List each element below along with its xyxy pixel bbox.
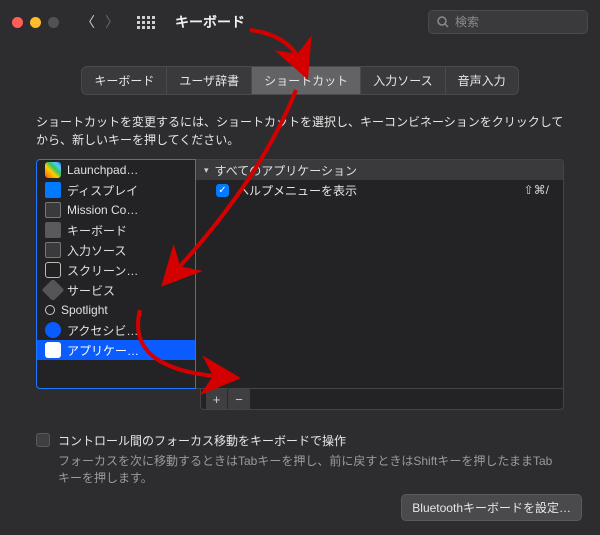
services-icon: [42, 280, 65, 300]
shortcut-detail[interactable]: ▾ すべてのアプリケーション ✓ ヘルプメニューを表示 ⇧⌘/: [196, 159, 564, 389]
category-label: Launchpad…: [67, 163, 138, 177]
group-all-applications[interactable]: ▾ すべてのアプリケーション: [196, 160, 563, 180]
pref-checkbox[interactable]: [36, 433, 50, 447]
window-controls: [12, 17, 59, 28]
tab-input-sources[interactable]: 入力ソース: [361, 67, 445, 94]
tab-text[interactable]: ユーザ辞書: [167, 67, 252, 94]
accessibility-icon: [45, 322, 61, 338]
category-label: ディスプレイ: [67, 182, 138, 199]
display-icon: [45, 182, 61, 198]
launchpad-icon: [45, 162, 61, 178]
show-all-icon[interactable]: [137, 16, 155, 29]
spotlight-icon: [45, 305, 55, 315]
category-label: 入力ソース: [67, 242, 126, 259]
app-shortcuts-icon: [45, 342, 61, 358]
tab-shortcuts[interactable]: ショートカット: [252, 67, 361, 94]
screenshot-icon: [45, 262, 61, 278]
minimize-dot[interactable]: [30, 17, 41, 28]
bluetooth-keyboard-button[interactable]: Bluetoothキーボードを設定…: [401, 494, 582, 521]
category-mission-control[interactable]: Mission Co…: [37, 200, 195, 220]
add-remove-bar: + −: [200, 389, 564, 410]
focus-navigation-pref: コントロール間のフォーカス移動をキーボードで操作 フォーカスを次に移動するときは…: [36, 432, 564, 487]
category-list[interactable]: Launchpad… ディスプレイ Mission Co… キーボード 入力ソー…: [36, 159, 196, 389]
input-source-icon: [45, 242, 61, 258]
titlebar: 〈 〉 キーボード: [0, 0, 600, 44]
mission-control-icon: [45, 202, 61, 218]
category-label: アクセシビ…: [67, 322, 138, 339]
tab-dictation[interactable]: 音声入力: [446, 67, 518, 94]
forward-button[interactable]: 〉: [105, 12, 119, 32]
tab-bar: キーボード ユーザ辞書 ショートカット 入力ソース 音声入力: [0, 66, 600, 95]
nav-back-forward: 〈 〉: [81, 12, 119, 32]
pref-label: コントロール間のフォーカス移動をキーボードで操作: [58, 432, 564, 449]
category-screenshots[interactable]: スクリーン…: [37, 260, 195, 280]
category-services[interactable]: サービス: [37, 280, 195, 300]
keyboard-icon: [45, 222, 61, 238]
remove-button[interactable]: −: [228, 389, 250, 409]
page-title: キーボード: [175, 12, 245, 32]
category-accessibility[interactable]: アクセシビ…: [37, 320, 195, 340]
entry-label: ヘルプメニューを表示: [237, 182, 516, 199]
add-button[interactable]: +: [206, 389, 228, 409]
category-label: Mission Co…: [67, 203, 138, 217]
search-icon: [437, 16, 449, 28]
instructions: ショートカットを変更するには、ショートカットを選択し、キーコンビネーションをクリ…: [0, 95, 600, 159]
shortcut-panels: Launchpad… ディスプレイ Mission Co… キーボード 入力ソー…: [36, 159, 564, 389]
search-input[interactable]: [455, 15, 575, 29]
category-label: アプリケー…: [67, 342, 139, 359]
category-spotlight[interactable]: Spotlight: [37, 300, 195, 320]
category-display[interactable]: ディスプレイ: [37, 180, 195, 200]
close-dot[interactable]: [12, 17, 23, 28]
category-label: サービス: [67, 282, 115, 299]
disclosure-triangle-icon[interactable]: ▾: [204, 165, 209, 176]
category-label: スクリーン…: [67, 262, 138, 279]
category-input-sources[interactable]: 入力ソース: [37, 240, 195, 260]
category-label: キーボード: [67, 222, 127, 239]
maximize-dot[interactable]: [48, 17, 59, 28]
back-button[interactable]: 〈: [81, 12, 95, 32]
entry-checkbox[interactable]: ✓: [216, 184, 229, 197]
entry-shortcut[interactable]: ⇧⌘/: [524, 183, 555, 197]
category-launchpad[interactable]: Launchpad…: [37, 160, 195, 180]
pref-sublabel: フォーカスを次に移動するときはTabキーを押し、前に戻すときはShiftキーを押…: [58, 453, 564, 487]
category-label: Spotlight: [61, 303, 108, 317]
search-field[interactable]: [428, 10, 588, 34]
shortcut-entry[interactable]: ✓ ヘルプメニューを表示 ⇧⌘/: [196, 180, 563, 200]
tab-keyboard[interactable]: キーボード: [82, 67, 167, 94]
group-label: すべてのアプリケーション: [215, 162, 357, 179]
category-app-shortcuts[interactable]: アプリケー…: [37, 340, 195, 360]
category-keyboard[interactable]: キーボード: [37, 220, 195, 240]
